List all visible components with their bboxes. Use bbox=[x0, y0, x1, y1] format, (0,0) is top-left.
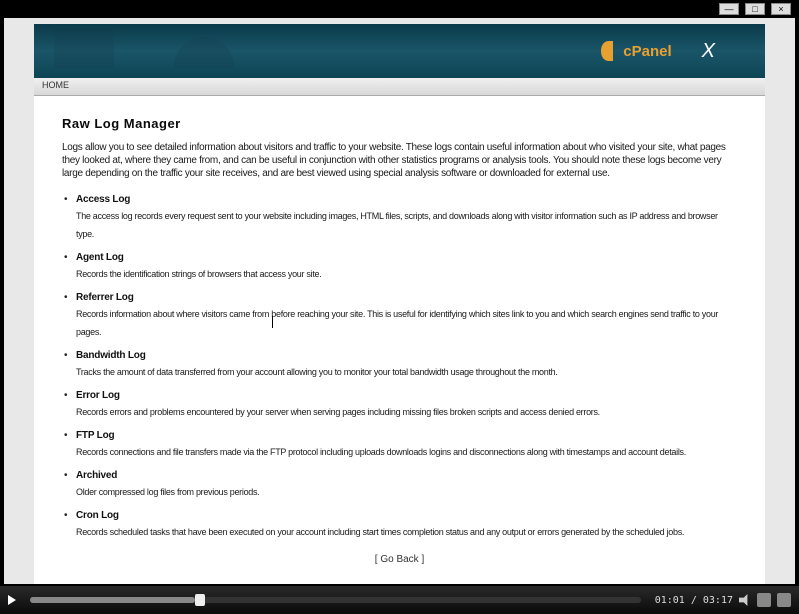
maximize-button[interactable]: □ bbox=[745, 3, 765, 15]
log-description: Records information about where visitors… bbox=[76, 309, 718, 337]
log-description: Records connections and file transfers m… bbox=[76, 447, 686, 457]
log-name[interactable]: Referrer Log bbox=[76, 292, 737, 303]
cpanel-logo: cPanel bbox=[599, 39, 671, 63]
cpanel-logo-icon bbox=[599, 39, 619, 63]
intro-paragraph: Logs allow you to see detailed informati… bbox=[62, 141, 737, 180]
progress-thumb[interactable] bbox=[195, 594, 205, 606]
list-item: Archived Older compressed log files from… bbox=[62, 470, 737, 500]
list-item: Referrer Log Records information about w… bbox=[62, 292, 737, 340]
log-name[interactable]: Archived bbox=[76, 470, 737, 481]
browser-chrome: cPanel X HOME Raw Log Manager Logs allow… bbox=[4, 18, 795, 584]
list-item: Error Log Records errors and problems en… bbox=[62, 390, 737, 420]
log-name[interactable]: Cron Log bbox=[76, 510, 737, 521]
log-name[interactable]: FTP Log bbox=[76, 430, 737, 441]
cpanel-logo-text: cPanel bbox=[623, 43, 671, 60]
log-description: Records scheduled tasks that have been e… bbox=[76, 527, 684, 537]
volume-icon[interactable] bbox=[739, 594, 751, 606]
list-item: Cron Log Records scheduled tasks that ha… bbox=[62, 510, 737, 540]
log-description: Records the identification strings of br… bbox=[76, 269, 321, 279]
browser-viewport: cPanel X HOME Raw Log Manager Logs allow… bbox=[4, 18, 795, 584]
video-player-controls: 01:01 / 03:17 bbox=[0, 586, 799, 614]
breadcrumb-bar: HOME bbox=[34, 78, 765, 96]
progress-fill bbox=[30, 597, 195, 603]
log-list: Access Log The access log records every … bbox=[62, 194, 737, 540]
log-description: Older compressed log files from previous… bbox=[76, 487, 259, 497]
log-name[interactable]: Agent Log bbox=[76, 252, 737, 263]
list-item: Access Log The access log records every … bbox=[62, 194, 737, 242]
fullscreen-button[interactable] bbox=[777, 593, 791, 607]
go-back-link[interactable]: [ Go Back ] bbox=[62, 554, 737, 565]
log-name[interactable]: Error Log bbox=[76, 390, 737, 401]
log-description: Records errors and problems encountered … bbox=[76, 407, 600, 417]
page-content: Raw Log Manager Logs allow you to see de… bbox=[34, 96, 765, 584]
breadcrumb-home[interactable]: HOME bbox=[42, 80, 69, 90]
settings-button[interactable] bbox=[757, 593, 771, 607]
page-title: Raw Log Manager bbox=[62, 116, 737, 131]
log-description: The access log records every request sen… bbox=[76, 211, 718, 239]
list-item: FTP Log Records connections and file tra… bbox=[62, 430, 737, 460]
minimize-button[interactable]: — bbox=[719, 3, 739, 15]
window-titlebar: — □ × bbox=[711, 0, 799, 18]
theme-badge: X bbox=[702, 40, 715, 63]
log-name[interactable]: Bandwidth Log bbox=[76, 350, 737, 361]
play-button[interactable] bbox=[8, 595, 16, 605]
text-cursor-icon bbox=[272, 316, 273, 328]
video-player-frame: — □ × cPanel X HOME bbox=[0, 0, 799, 614]
cpanel-header-banner: cPanel X bbox=[34, 24, 765, 78]
header-decoration bbox=[54, 29, 334, 73]
time-display: 01:01 / 03:17 bbox=[655, 595, 733, 606]
log-description: Tracks the amount of data transferred fr… bbox=[76, 367, 558, 377]
log-name[interactable]: Access Log bbox=[76, 194, 737, 205]
list-item: Bandwidth Log Tracks the amount of data … bbox=[62, 350, 737, 380]
close-button[interactable]: × bbox=[771, 3, 791, 15]
progress-bar[interactable] bbox=[30, 597, 641, 603]
list-item: Agent Log Records the identification str… bbox=[62, 252, 737, 282]
